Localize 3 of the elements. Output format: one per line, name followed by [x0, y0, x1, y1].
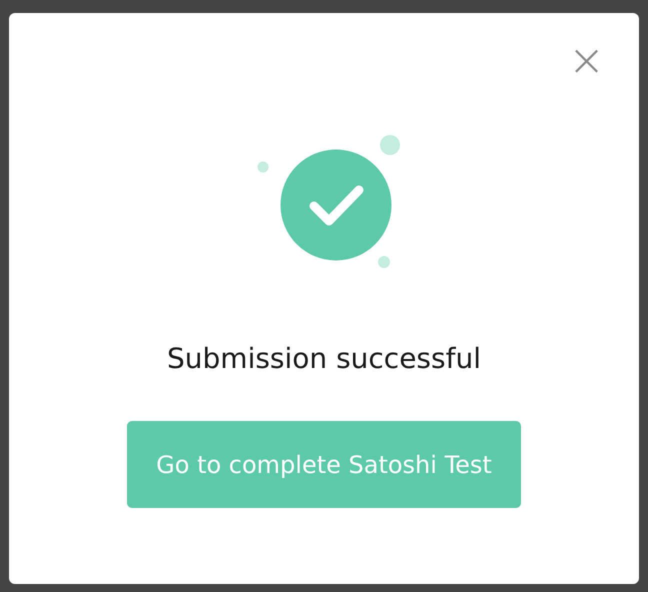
- success-message: Submission successful: [167, 345, 481, 373]
- close-button[interactable]: ×: [568, 39, 605, 83]
- complete-test-button[interactable]: Go to complete Satoshi Test: [127, 421, 521, 508]
